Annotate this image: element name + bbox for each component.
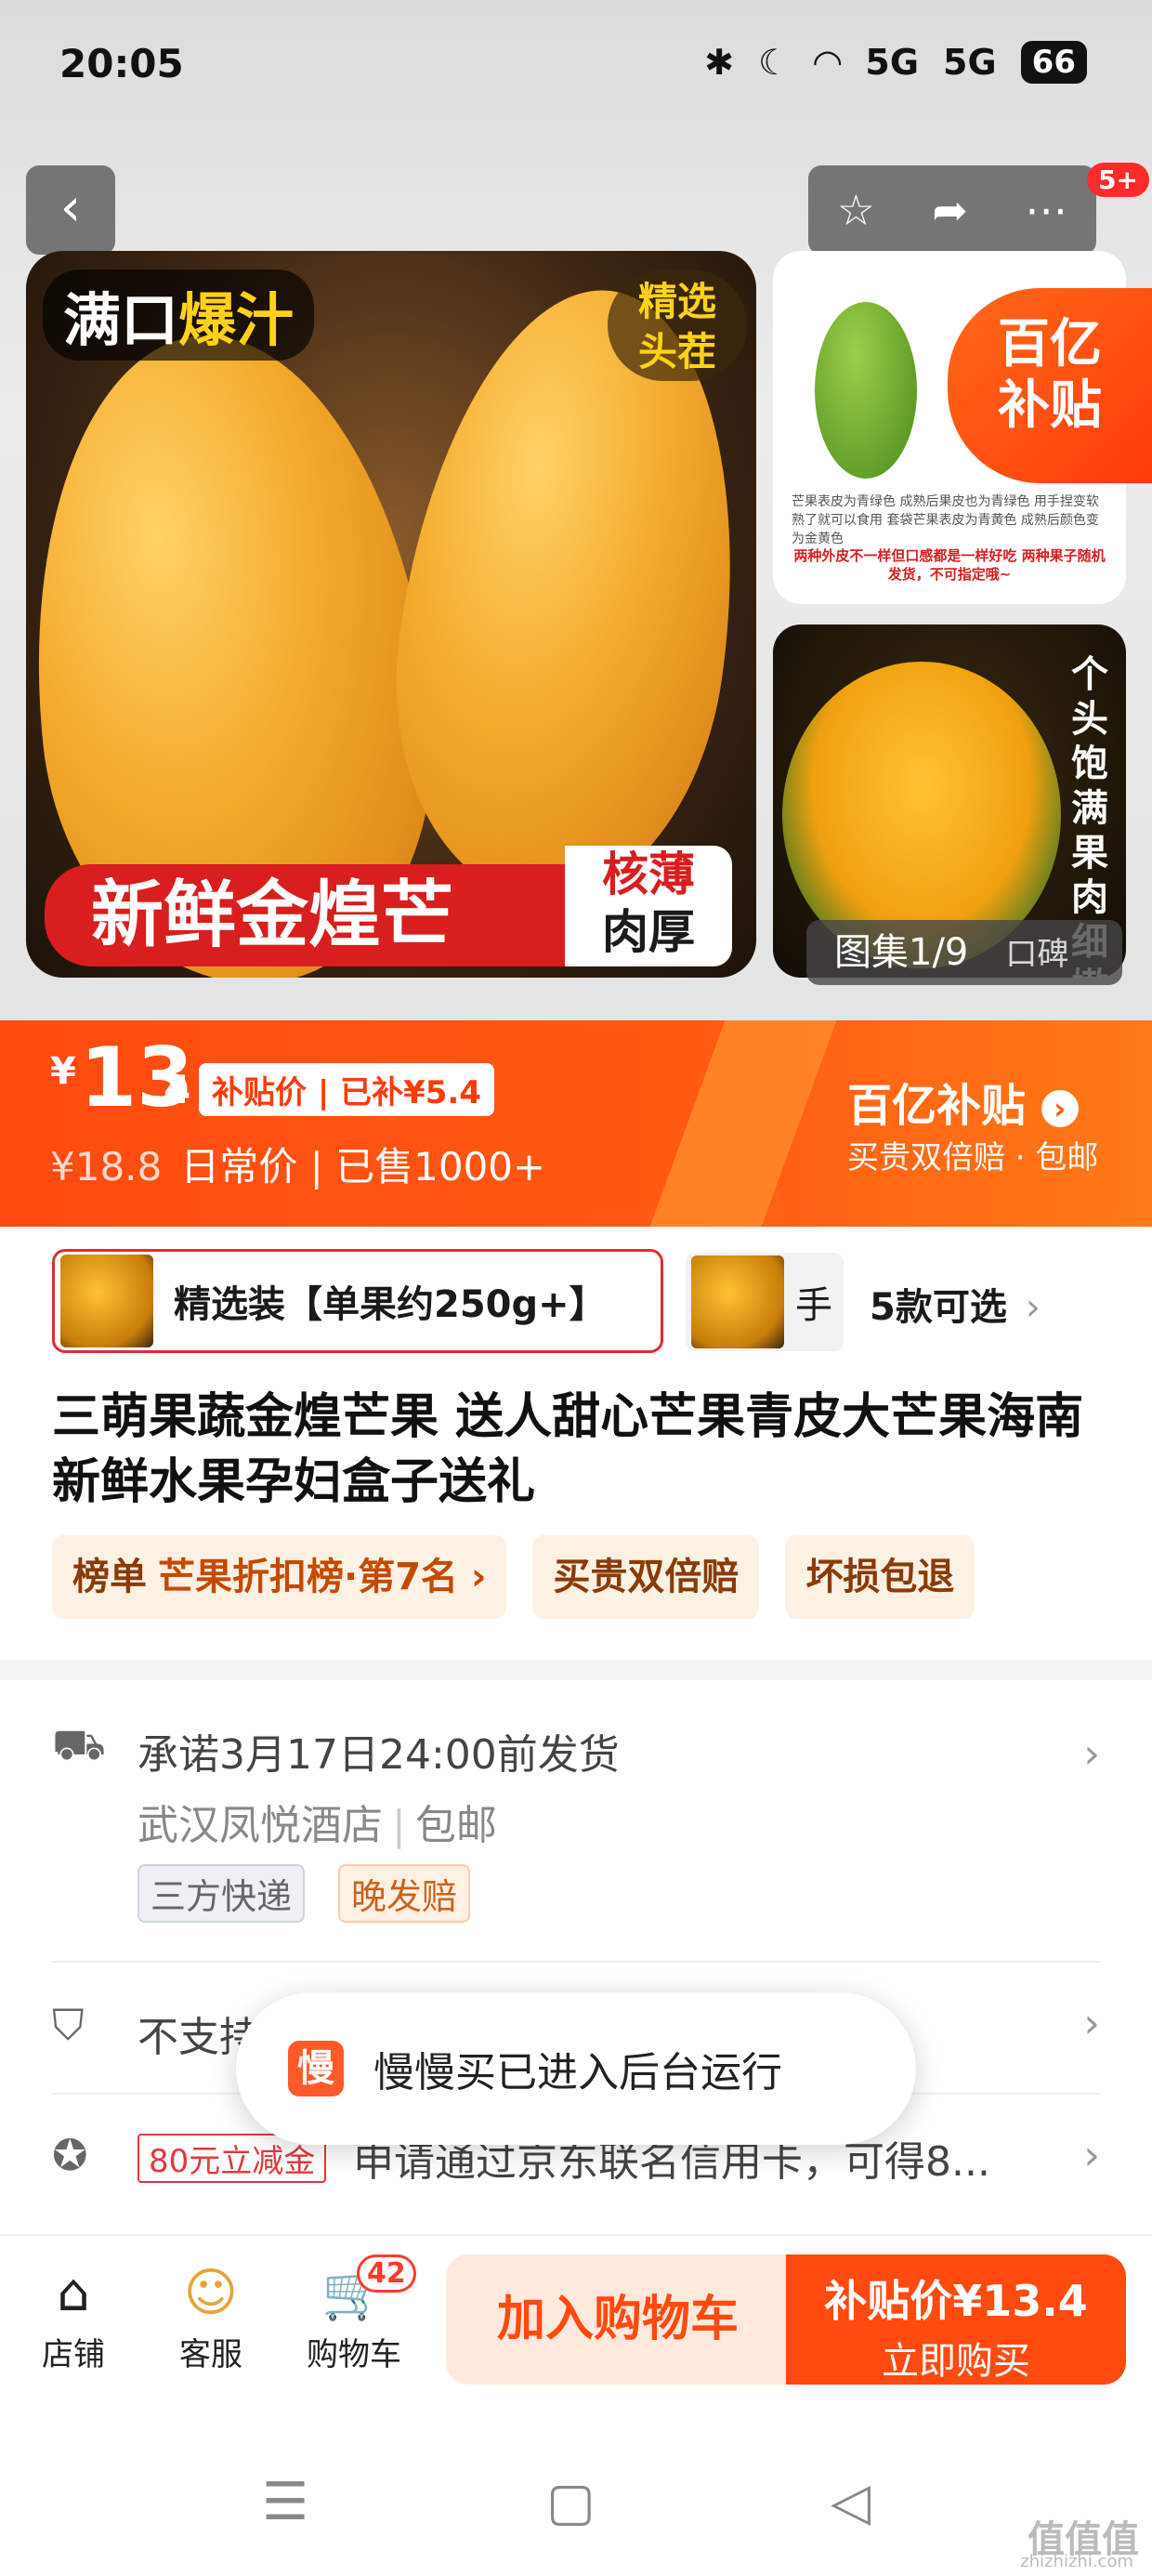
signal-icon-2: 5G <box>943 42 997 83</box>
offer-chevron-icon[interactable]: › <box>1083 2132 1100 2179</box>
variant-label: 精选装【单果约250g+】 <box>174 1283 607 1326</box>
variant-option[interactable]: 手 <box>686 1253 844 1351</box>
bluetooth-icon: ✱ <box>704 42 735 83</box>
toast-notification: 慢 慢慢买已进入后台运行 <box>236 1992 916 2145</box>
arrow-right-icon: › <box>1041 1090 1079 1127</box>
subsidy-brand-link[interactable]: 百亿补贴 › <box>847 1069 1079 1134</box>
double-compensation-tag[interactable]: 买贵双倍赔 <box>532 1535 760 1619</box>
add-to-cart-button[interactable]: 加入购物车 <box>446 2254 790 2385</box>
variant-thumb <box>691 1255 784 1348</box>
wifi-icon: ◠ <box>814 42 842 83</box>
discount-icon: ✪ <box>52 2130 88 2180</box>
courier-chip: 三方快递 <box>137 1864 306 1923</box>
status-bar: 20:05 ✱ ☾ ◠ 5G 5G 66 <box>0 0 1152 139</box>
gallery-indicator[interactable]: 图集1/9 口碑 <box>806 920 1122 985</box>
shipping-origin: 武汉凤悦酒店 | 包邮 <box>137 1802 497 1849</box>
star-icon[interactable]: ☆ <box>837 185 875 235</box>
watermark-url: zhizhizhi.com <box>1020 2552 1133 2571</box>
store-icon: ⌂ <box>57 2263 90 2323</box>
status-time: 20:05 <box>59 41 184 86</box>
subsidy-benefits: 买贵双倍赔 · 包邮 <box>847 1139 1099 1176</box>
more-variants-button[interactable]: 5款可选 › <box>870 1277 1041 1331</box>
variant-option-selected[interactable]: 精选装【单果约250g+】 <box>52 1249 663 1353</box>
back-button[interactable]: ‹ <box>26 165 115 255</box>
cart-count-badge: 42 <box>357 2254 416 2293</box>
chat-icon: ☺ <box>183 2263 239 2323</box>
app-logo-icon: 慢 <box>288 2041 344 2096</box>
product-banner: 新鲜金煌芒 <box>45 864 565 966</box>
section-divider <box>0 1660 1152 1680</box>
price-details: ¥18.8 日常价 | 已售1000+ <box>50 1144 546 1189</box>
truck-icon: ⛟ <box>52 1719 106 1769</box>
product-title: 三萌果蔬金煌芒果 送人甜心芒果青皮大芒果海南新鲜水果孕妇盒子送礼 <box>52 1389 1084 1510</box>
price-decimal: .4 <box>149 1067 191 1112</box>
damage-refund-tag[interactable]: 坏损包退 <box>785 1535 975 1619</box>
row-divider <box>52 1961 1100 1963</box>
share-icon[interactable]: ➦ <box>932 185 968 235</box>
shield-icon: ⛉ <box>52 2000 85 2050</box>
rank-tag[interactable]: 榜单 芒果折扣榜·第7名 › <box>52 1535 507 1619</box>
customer-service-button[interactable]: ☺ 客服 <box>160 2258 262 2374</box>
back-nav-icon[interactable]: ◁ <box>831 2472 871 2532</box>
main-product-image[interactable]: 满口爆汁 精选 头茬 新鲜金煌芒 核薄 肉厚 <box>26 251 756 978</box>
shipping-promise: 承诺3月17日24:00前发货 <box>137 1731 620 1779</box>
service-chevron-icon[interactable]: › <box>1083 2000 1100 2047</box>
price-currency: ¥ <box>50 1050 76 1093</box>
thin-core-banner: 核薄 肉厚 <box>565 846 732 966</box>
home-icon[interactable]: ▢ <box>546 2472 596 2532</box>
message-badge: 5+ <box>1087 163 1149 197</box>
moon-icon: ☾ <box>758 42 791 83</box>
juicy-tag: 满口爆汁 <box>43 269 315 361</box>
selected-tag: 精选 头茬 <box>608 269 747 381</box>
signal-icon-1: 5G <box>865 42 920 83</box>
variant-label: 手 <box>795 1284 832 1327</box>
top-actions: ☆ ➦ ⋯ <box>808 165 1096 255</box>
green-mango-illustration <box>815 302 917 479</box>
subsidy-badge: 百亿 补贴 <box>948 288 1152 483</box>
shop-button[interactable]: ⌂ 店铺 <box>22 2258 124 2374</box>
status-icons: ✱ ☾ ◠ 5G 5G 66 <box>704 41 1087 84</box>
buy-now-button[interactable]: 补贴价¥13.4 立即购买 <box>786 2254 1126 2385</box>
subsidy-price-tag: 补贴价 | 已补¥5.4 <box>199 1063 494 1116</box>
late-compensation-chip: 晚发赔 <box>338 1864 471 1923</box>
menu-icon[interactable]: ☰ <box>262 2472 308 2532</box>
chevron-right-icon: › <box>1025 1286 1041 1329</box>
variant-thumb <box>60 1255 153 1347</box>
thumb-caption: 芒果表皮为青绿色 成熟后果皮也为青绿色 用手捏变软熟了就可以食用 套袋芒果表皮为… <box>792 494 1099 546</box>
product-tags: 榜单 芒果折扣榜·第7名 › 买贵双倍赔 坏损包退 <box>52 1535 975 1619</box>
toast-text: 慢慢买已进入后台运行 <box>373 2049 782 2096</box>
more-icon[interactable]: ⋯ <box>1025 185 1067 235</box>
shipping-chevron-icon[interactable]: › <box>1083 1730 1100 1778</box>
thumb-caption-red: 两种外皮不一样但口感都是一样好吃 两种果子随机发货，不可指定哦~ <box>793 547 1106 583</box>
battery-icon: 66 <box>1020 41 1087 84</box>
